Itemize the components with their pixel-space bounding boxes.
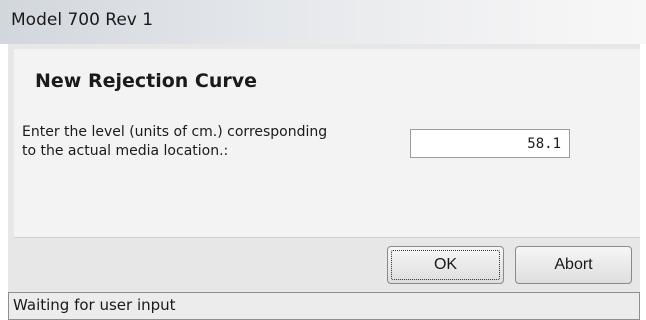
button-separator: [14, 237, 640, 238]
prompt-line-2: to the actual media location.:: [22, 143, 229, 159]
prompt-line-1: Enter the level (units of cm.) correspon…: [22, 124, 328, 140]
window-title: Model 700 Rev 1: [11, 10, 154, 30]
abort-button[interactable]: Abort: [515, 246, 632, 284]
status-text: Waiting for user input: [13, 296, 176, 314]
status-bar: Waiting for user input: [8, 292, 640, 320]
dialog-heading: New Rejection Curve: [35, 70, 258, 92]
abort-button-label: Abort: [554, 256, 593, 273]
ok-button[interactable]: OK: [387, 246, 504, 284]
title-bar[interactable]: Model 700 Rev 1: [0, 0, 646, 44]
level-input[interactable]: [410, 129, 570, 158]
level-prompt: Enter the level (units of cm.) correspon…: [22, 123, 382, 161]
focus-ring: [391, 250, 500, 280]
